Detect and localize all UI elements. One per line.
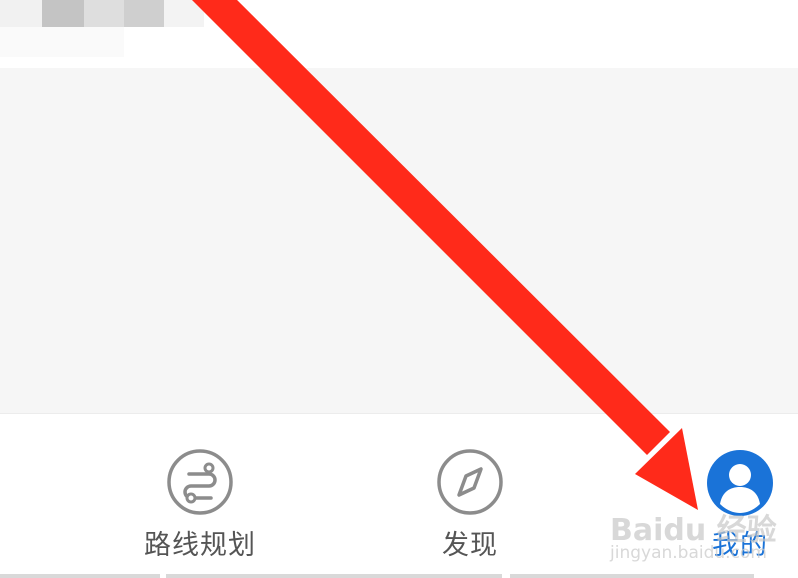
blurred-region [0,27,124,57]
tab-route-planning[interactable]: 路线规划 [130,414,270,578]
tab-mine-label: 我的 [712,530,768,561]
blurred-region [164,0,204,27]
compass-icon [437,449,503,515]
user-avatar-icon [707,450,773,516]
tab-discover[interactable]: 发现 [400,414,540,578]
main-content-area [0,68,798,413]
strip-segment [510,574,754,578]
tab-mine[interactable]: 我的 [690,414,790,578]
route-plan-icon [167,449,233,515]
strip-segment [166,574,502,578]
blurred-region [84,0,124,27]
blurred-region [124,0,164,27]
blurred-region [42,0,84,27]
bottom-tab-bar: 路线规划 发现 我的 [0,413,798,578]
tab-discover-label: 发现 [442,530,498,561]
blurred-region [0,0,42,27]
tab-route-planning-label: 路线规划 [144,530,256,561]
bottom-edge-strip [0,574,798,578]
top-header-area [0,0,798,68]
strip-segment [0,574,160,578]
